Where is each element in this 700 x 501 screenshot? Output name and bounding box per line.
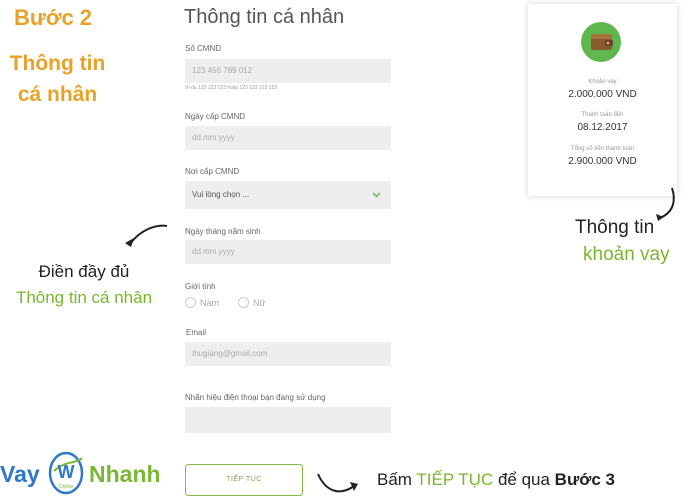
bottom-note-highlight: TIẾP TỤC	[416, 470, 494, 489]
bottom-note-middle: để qua	[493, 470, 555, 489]
step-subtitle: Thông tin cá nhân	[0, 48, 115, 110]
bottom-note-prefix: Bấm	[377, 470, 417, 489]
email-input[interactable]: thugiang@gmail.com	[185, 342, 391, 366]
issue-place-select[interactable]: Vui lòng chọn ...	[185, 181, 391, 209]
issue-date-input[interactable]: dd.mm.yyyy	[185, 126, 391, 150]
gender-option-male[interactable]: Nam	[185, 297, 219, 308]
logo-mark-sub: Online	[59, 484, 74, 490]
due-date-label: Thanh toán đến	[581, 112, 624, 118]
birth-date-input[interactable]: dd.mm.yyyy	[185, 240, 391, 264]
form-title: Thông tin cá nhân	[184, 6, 345, 28]
logo-mark-letter: W	[58, 462, 75, 482]
chevron-down-icon	[372, 192, 381, 198]
right-note-line2: khoản vay	[583, 244, 670, 265]
due-date-value: 08.12.2017	[577, 122, 628, 133]
logo-text-left: Vay	[0, 461, 40, 487]
arrow-icon	[656, 187, 675, 221]
id-number-input[interactable]: 123 456 789 012	[185, 59, 391, 83]
gender-option-female[interactable]: Nữ	[238, 297, 266, 308]
left-note-line2: Thông tin cá nhân	[15, 288, 153, 307]
left-note-line1: Điền đầy đủ	[38, 262, 130, 281]
phone-brand-label: Nhãn hiệu điện thoại bạn đang sử dụng	[185, 393, 326, 402]
loan-amount-label: Khoản vay	[588, 79, 617, 85]
arrow-icon	[125, 224, 168, 247]
gender-option-label: Nam	[200, 297, 220, 308]
step-subtitle-line2: cá nhân	[17, 83, 98, 106]
right-note-line1: Thông tin	[575, 217, 655, 238]
email-label: Email	[186, 328, 207, 337]
id-number-label: Số CMND	[185, 44, 222, 53]
gender-option-label: Nữ	[253, 297, 266, 308]
gender-label: Giới tính	[185, 282, 216, 291]
issue-date-label: Ngày cấp CMND	[185, 112, 246, 121]
issue-place-value: Vui lòng chọn ...	[192, 190, 250, 199]
birth-date-label: Ngày tháng năm sinh	[185, 227, 261, 236]
radio-button[interactable]	[185, 297, 196, 308]
wallet-icon	[581, 22, 621, 62]
total-amount-label: Tổng số tiền thanh toán	[570, 146, 635, 152]
bottom-note-bold: Bước 3	[554, 470, 615, 489]
radio-button[interactable]	[238, 297, 249, 308]
bottom-note: Bấm TIẾP TỤC để qua Bước 3	[377, 470, 615, 490]
phone-brand-input[interactable]	[185, 407, 391, 433]
step-title: Bước 2	[14, 5, 93, 30]
continue-button[interactable]: TIẾP TỤC	[185, 464, 303, 496]
logo-mark: W Online	[48, 451, 84, 495]
issue-place-label: Nơi cấp CMND	[185, 167, 240, 176]
id-number-hint: Ví dụ 123 123 123 hoặc 123 123 123 123	[185, 85, 278, 91]
step-subtitle-line1: Thông tin	[9, 52, 106, 75]
loan-summary-card: Khoản vay 2.000.000 VND Thanh toán đến 0…	[528, 4, 677, 196]
total-amount-value: 2.900.000 VND	[568, 156, 637, 167]
arrow-icon	[317, 473, 358, 493]
loan-amount-value: 2.000.000 VND	[568, 89, 637, 100]
logo-text-right: Nhanh	[89, 461, 161, 487]
